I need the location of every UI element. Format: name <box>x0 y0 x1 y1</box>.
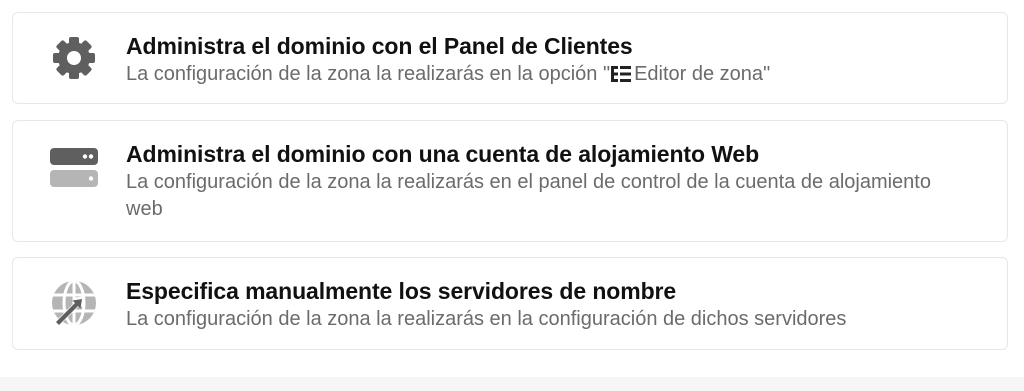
description-text-end: " <box>763 63 771 85</box>
gear-icon <box>49 33 99 83</box>
option-description: La configuración de la zona la realizará… <box>126 308 847 330</box>
option-title: Administra el dominio con una cuenta de … <box>126 141 760 167</box>
option-manual-nameservers[interactable]: Especifica manualmente los servidores de… <box>12 257 1008 350</box>
server-icon <box>49 143 99 193</box>
option-title: Administra el dominio con el Panel de Cl… <box>126 33 633 59</box>
option-text: Especifica manualmente los servidores de… <box>126 277 967 333</box>
zone-editor-link: Editor de zona <box>634 63 764 85</box>
option-description: La configuración de la zona la realizará… <box>126 171 931 220</box>
page-footer-strip <box>0 377 1024 391</box>
option-text: Administra el dominio con el Panel de Cl… <box>126 32 967 90</box>
option-client-panel[interactable]: Administra el dominio con el Panel de Cl… <box>12 12 1008 104</box>
option-description: La configuración de la zona la realizará… <box>126 61 967 90</box>
zone-editor-icon <box>611 63 632 90</box>
option-title: Especifica manualmente los servidores de… <box>126 278 677 304</box>
option-hosting-account[interactable]: Administra el dominio con una cuenta de … <box>12 120 1008 242</box>
globe-arrow-icon <box>49 278 99 328</box>
description-text: La configuración de la zona la realizará… <box>126 63 611 85</box>
option-text: Administra el dominio con una cuenta de … <box>126 140 967 223</box>
